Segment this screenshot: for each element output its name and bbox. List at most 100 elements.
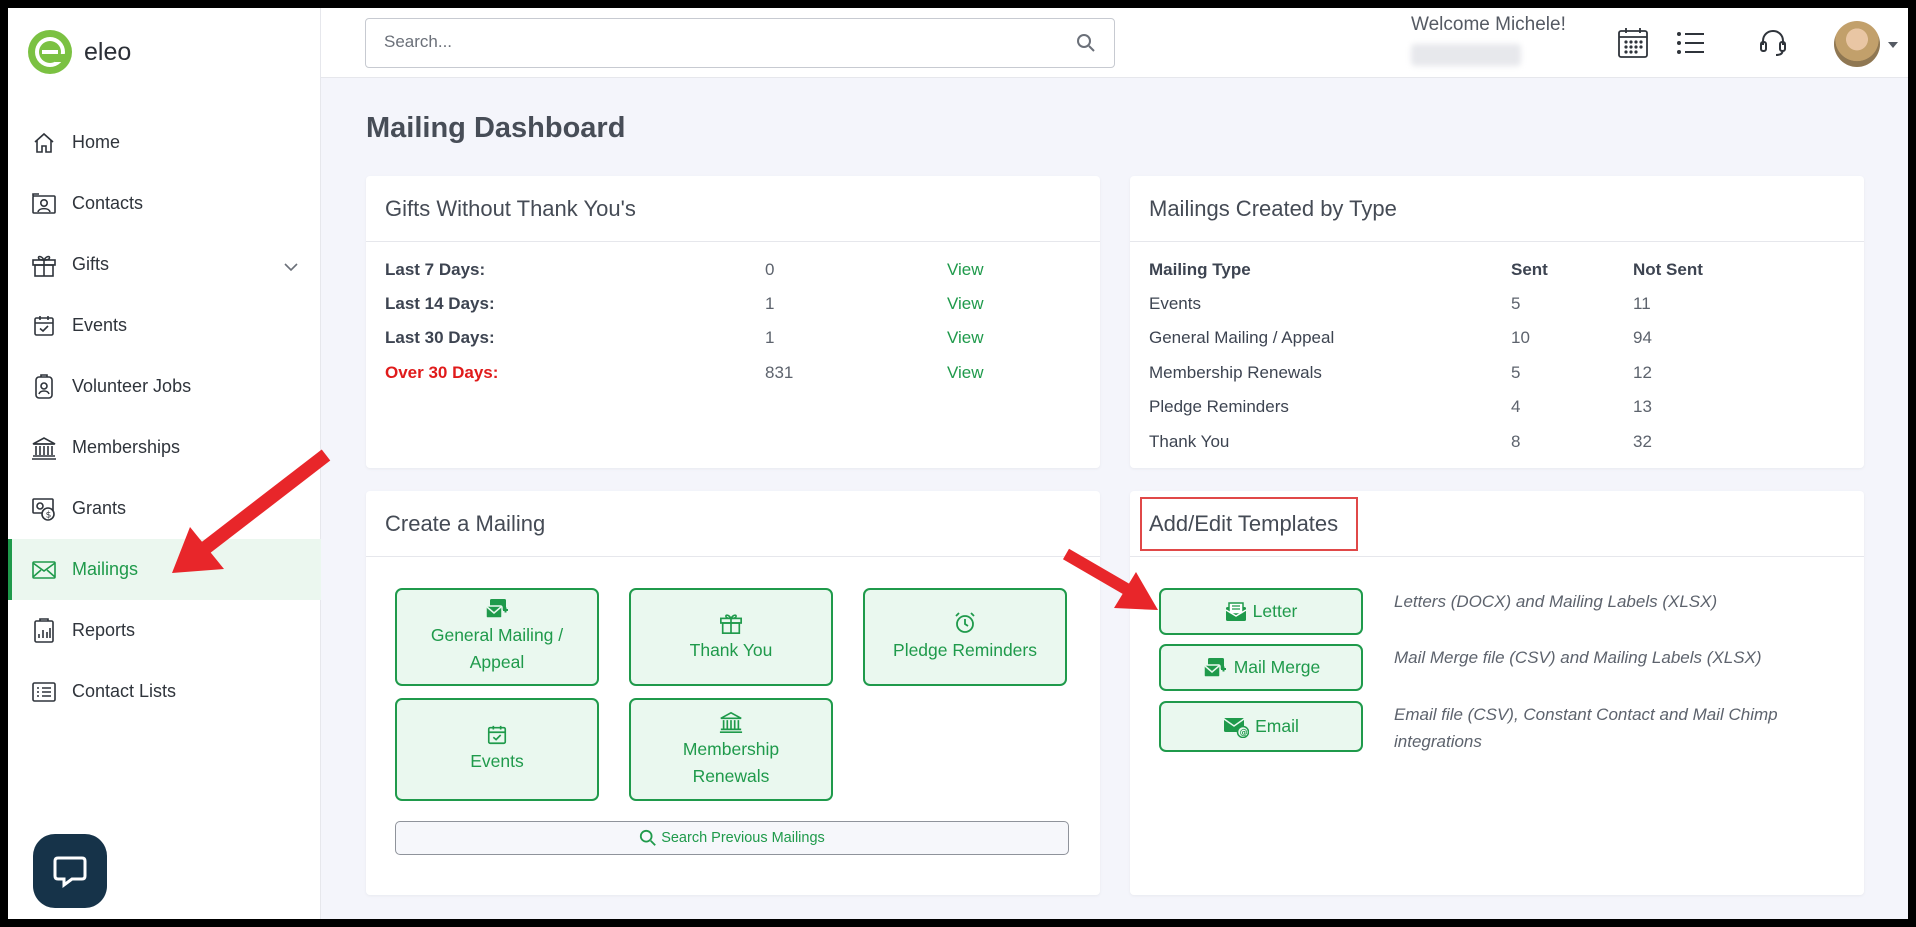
card-title: Gifts Without Thank You's xyxy=(385,196,636,221)
general-mailing-appeal-button[interactable]: General Mailing / Appeal xyxy=(395,588,599,686)
sidebar-item-label: Events xyxy=(72,315,128,335)
mail-merge-template-button[interactable]: Mail Merge xyxy=(1159,644,1363,691)
sidebar-item-contacts[interactable]: Contacts xyxy=(8,173,321,234)
letter-template-button[interactable]: Letter xyxy=(1159,588,1363,635)
template-description: Letters (DOCX) and Mailing Labels (XLSX) xyxy=(1394,592,1718,611)
email-template-button[interactable]: @ Email xyxy=(1159,701,1363,752)
sidebar-item-label: Volunteer Jobs xyxy=(72,376,192,396)
sent-count: 10 xyxy=(1511,328,1530,347)
column-header: Sent xyxy=(1511,260,1548,279)
calendar-check-icon xyxy=(487,725,507,745)
not-sent-count: 13 xyxy=(1633,397,1652,416)
chat-bubble-icon xyxy=(53,856,87,888)
support-headset-icon[interactable] xyxy=(1756,26,1790,60)
divider xyxy=(1130,241,1864,242)
grant-icon: $ xyxy=(30,495,58,523)
blurred-org-name xyxy=(1411,44,1521,66)
list-icon xyxy=(30,678,58,706)
button-label: General Mailing / Appeal xyxy=(430,625,564,672)
sidebar-item-memberships[interactable]: Memberships xyxy=(8,417,321,478)
gift-icon xyxy=(720,613,742,634)
gifts-without-thank-you-card: Gifts Without Thank You's Last 7 Days: 0… xyxy=(366,176,1100,468)
top-header: Welcome Michele! xyxy=(321,8,1908,78)
sidebar-item-label: Contacts xyxy=(72,193,144,213)
mailing-type: General Mailing / Appeal xyxy=(1149,328,1335,347)
view-link[interactable]: View xyxy=(947,260,984,280)
add-edit-templates-card: Add/Edit Templates Letter Letters (DOCX)… xyxy=(1130,491,1864,895)
home-icon xyxy=(30,129,58,157)
sidebar-item-label: Reports xyxy=(72,620,136,640)
page-title: Mailing Dashboard xyxy=(366,112,626,144)
sidebar-item-mailings[interactable]: Mailings xyxy=(8,539,321,600)
divider xyxy=(366,241,1100,242)
sidebar-nav: Home Contacts Gifts Events Volunteer Job… xyxy=(8,112,321,722)
sidebar-item-contact-lists[interactable]: Contact Lists xyxy=(8,661,321,722)
button-label: Mail Merge xyxy=(1233,657,1321,677)
mail-merge-icon xyxy=(1202,657,1226,678)
search-previous-mailings-button[interactable]: Search Previous Mailings xyxy=(395,821,1069,855)
button-label: Letter xyxy=(1252,601,1298,621)
sidebar-item-home[interactable]: Home xyxy=(8,112,321,173)
mailings-by-type-card: Mailings Created by Type Mailing Type Se… xyxy=(1130,176,1864,468)
sent-count: 4 xyxy=(1511,397,1521,416)
email-at-icon: @ xyxy=(1223,717,1250,738)
row-label: Last 30 Days: xyxy=(385,328,495,347)
welcome-message: Welcome Michele! xyxy=(1411,14,1566,35)
svg-text:@: @ xyxy=(1240,728,1248,737)
bank-icon xyxy=(30,434,58,462)
view-link[interactable]: View xyxy=(947,294,984,314)
sidebar-item-label: Memberships xyxy=(72,437,181,457)
button-label: Email xyxy=(1255,716,1299,736)
column-header: Not Sent xyxy=(1633,260,1703,279)
button-label: Thank You xyxy=(689,639,773,660)
mailing-type: Thank You xyxy=(1149,432,1230,451)
not-sent-count: 11 xyxy=(1633,294,1651,313)
events-button[interactable]: Events xyxy=(395,698,599,801)
row-label-alert: Over 30 Days: xyxy=(385,363,499,382)
column-header: Mailing Type xyxy=(1149,260,1251,279)
not-sent-count: 94 xyxy=(1633,328,1652,347)
sidebar-item-gifts[interactable]: Gifts xyxy=(8,234,321,295)
divider xyxy=(1130,556,1864,557)
bank-icon xyxy=(719,711,743,733)
button-label: Pledge Reminders xyxy=(893,639,1037,660)
sidebar-item-label: Grants xyxy=(72,498,127,518)
create-mailing-card: Create a Mailing General Mailing / Appea… xyxy=(366,491,1100,895)
task-list-icon[interactable] xyxy=(1674,26,1708,60)
caret-down-icon[interactable] xyxy=(1887,36,1899,54)
logo-text: eleo xyxy=(84,37,132,66)
svg-text:$: $ xyxy=(46,510,52,520)
sidebar: eleo Home Contacts Gifts Events Voluntee… xyxy=(8,8,321,919)
card-title: Add/Edit Templates xyxy=(1149,511,1339,536)
view-link[interactable]: View xyxy=(947,363,984,383)
chat-launcher-button[interactable] xyxy=(33,834,107,908)
not-sent-count: 12 xyxy=(1633,363,1652,382)
calendar-grid-icon[interactable] xyxy=(1616,26,1650,60)
user-avatar[interactable] xyxy=(1834,21,1880,67)
report-icon xyxy=(30,617,58,645)
template-description: Mail Merge file (CSV) and Mailing Labels… xyxy=(1394,648,1762,667)
logo[interactable]: eleo xyxy=(28,30,131,74)
thank-you-button[interactable]: Thank You xyxy=(629,588,833,686)
view-link[interactable]: View xyxy=(947,328,984,348)
search-icon[interactable] xyxy=(1076,33,1096,58)
search-input[interactable] xyxy=(366,19,1046,65)
sidebar-item-volunteer-jobs[interactable]: Volunteer Jobs xyxy=(8,356,321,417)
mailing-type: Membership Renewals xyxy=(1149,363,1322,382)
mail-stack-icon xyxy=(485,599,508,619)
sidebar-item-reports[interactable]: Reports xyxy=(8,600,321,661)
pledge-reminders-button[interactable]: Pledge Reminders xyxy=(863,588,1067,686)
sidebar-item-label: Gifts xyxy=(72,254,110,274)
card-title: Create a Mailing xyxy=(385,511,546,536)
row-label: Last 7 Days: xyxy=(385,260,486,279)
eleo-logo-icon xyxy=(28,30,72,74)
membership-renewals-button[interactable]: Membership Renewals xyxy=(629,698,833,801)
mailing-type: Events xyxy=(1149,294,1201,313)
sent-count: 5 xyxy=(1511,294,1521,313)
sidebar-item-grants[interactable]: $ Grants xyxy=(8,478,321,539)
chevron-down-icon[interactable] xyxy=(283,256,299,277)
sidebar-item-events[interactable]: Events xyxy=(8,295,321,356)
card-title: Mailings Created by Type xyxy=(1149,196,1397,221)
mailing-type: Pledge Reminders xyxy=(1149,397,1289,416)
sidebar-item-label: Home xyxy=(72,132,121,152)
